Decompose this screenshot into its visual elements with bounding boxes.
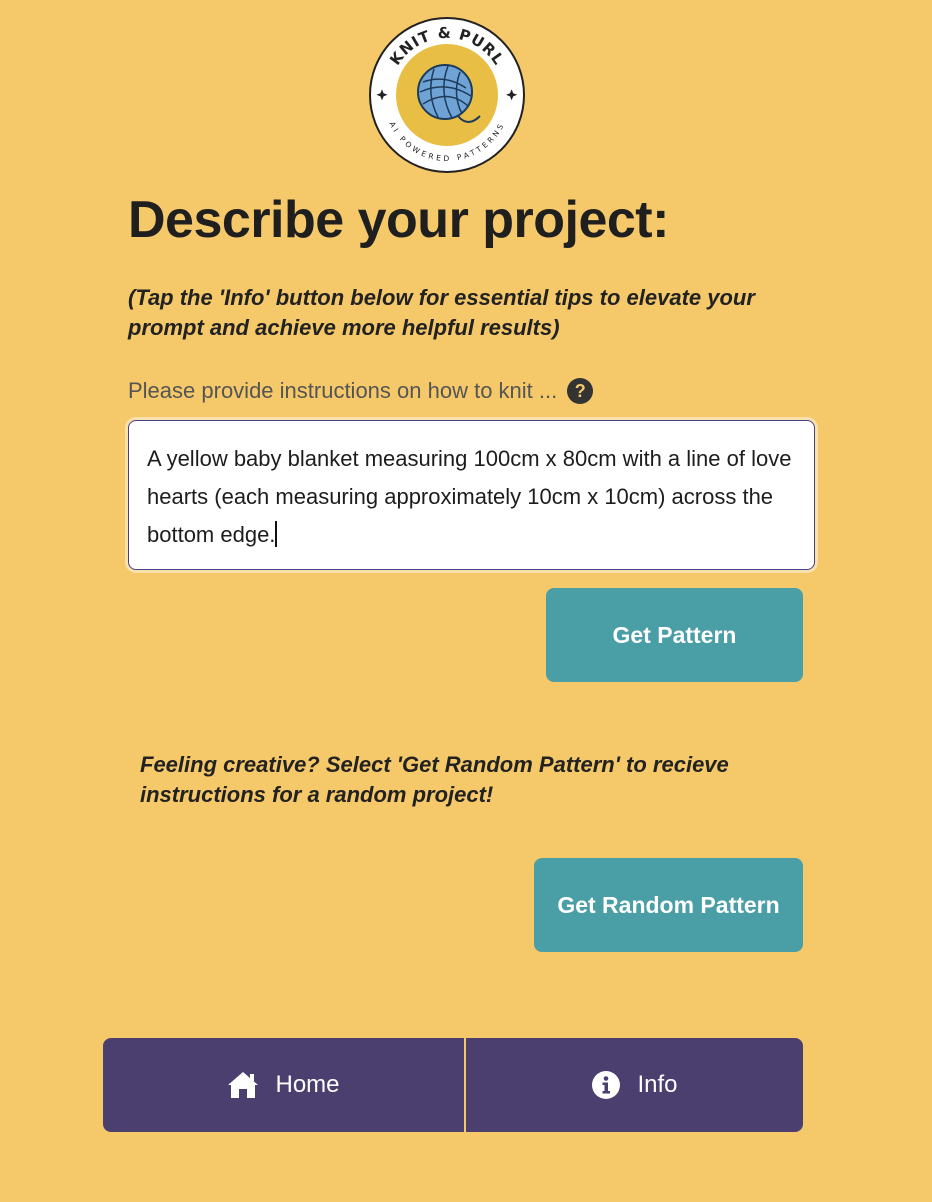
info-icon <box>591 1070 621 1100</box>
prompt-label: Please provide instructions on how to kn… <box>128 378 558 403</box>
info-label: Info <box>637 1071 678 1098</box>
text-cursor <box>275 521 277 547</box>
project-description-text: A yellow baby blanket measuring 100cm x … <box>147 446 792 547</box>
help-icon[interactable]: ? <box>567 378 594 404</box>
knit-and-purl-logo: KNIT & PURL AI POWERED PATTERNS <box>368 16 526 174</box>
project-description-input[interactable]: A yellow baby blanket measuring 100cm x … <box>128 420 815 570</box>
random-pattern-hint-text: Feeling creative? Select 'Get Random Pat… <box>140 752 729 807</box>
get-random-pattern-button[interactable]: Get Random Pattern <box>534 858 803 952</box>
page-title: Describe your project: <box>128 191 669 249</box>
home-button[interactable]: Home <box>103 1038 466 1132</box>
info-button[interactable]: Info <box>466 1038 803 1132</box>
home-icon <box>227 1070 259 1100</box>
get-pattern-button[interactable]: Get Pattern <box>546 588 803 682</box>
logo-badge: KNIT & PURL AI POWERED PATTERNS <box>369 17 525 173</box>
prompt-label-row: Please provide instructions on how to kn… <box>128 376 594 406</box>
home-label: Home <box>275 1071 340 1098</box>
bottom-navigation: Home Info <box>103 1038 803 1132</box>
info-tip-text: (Tap the 'Info' button below for essenti… <box>128 285 755 340</box>
